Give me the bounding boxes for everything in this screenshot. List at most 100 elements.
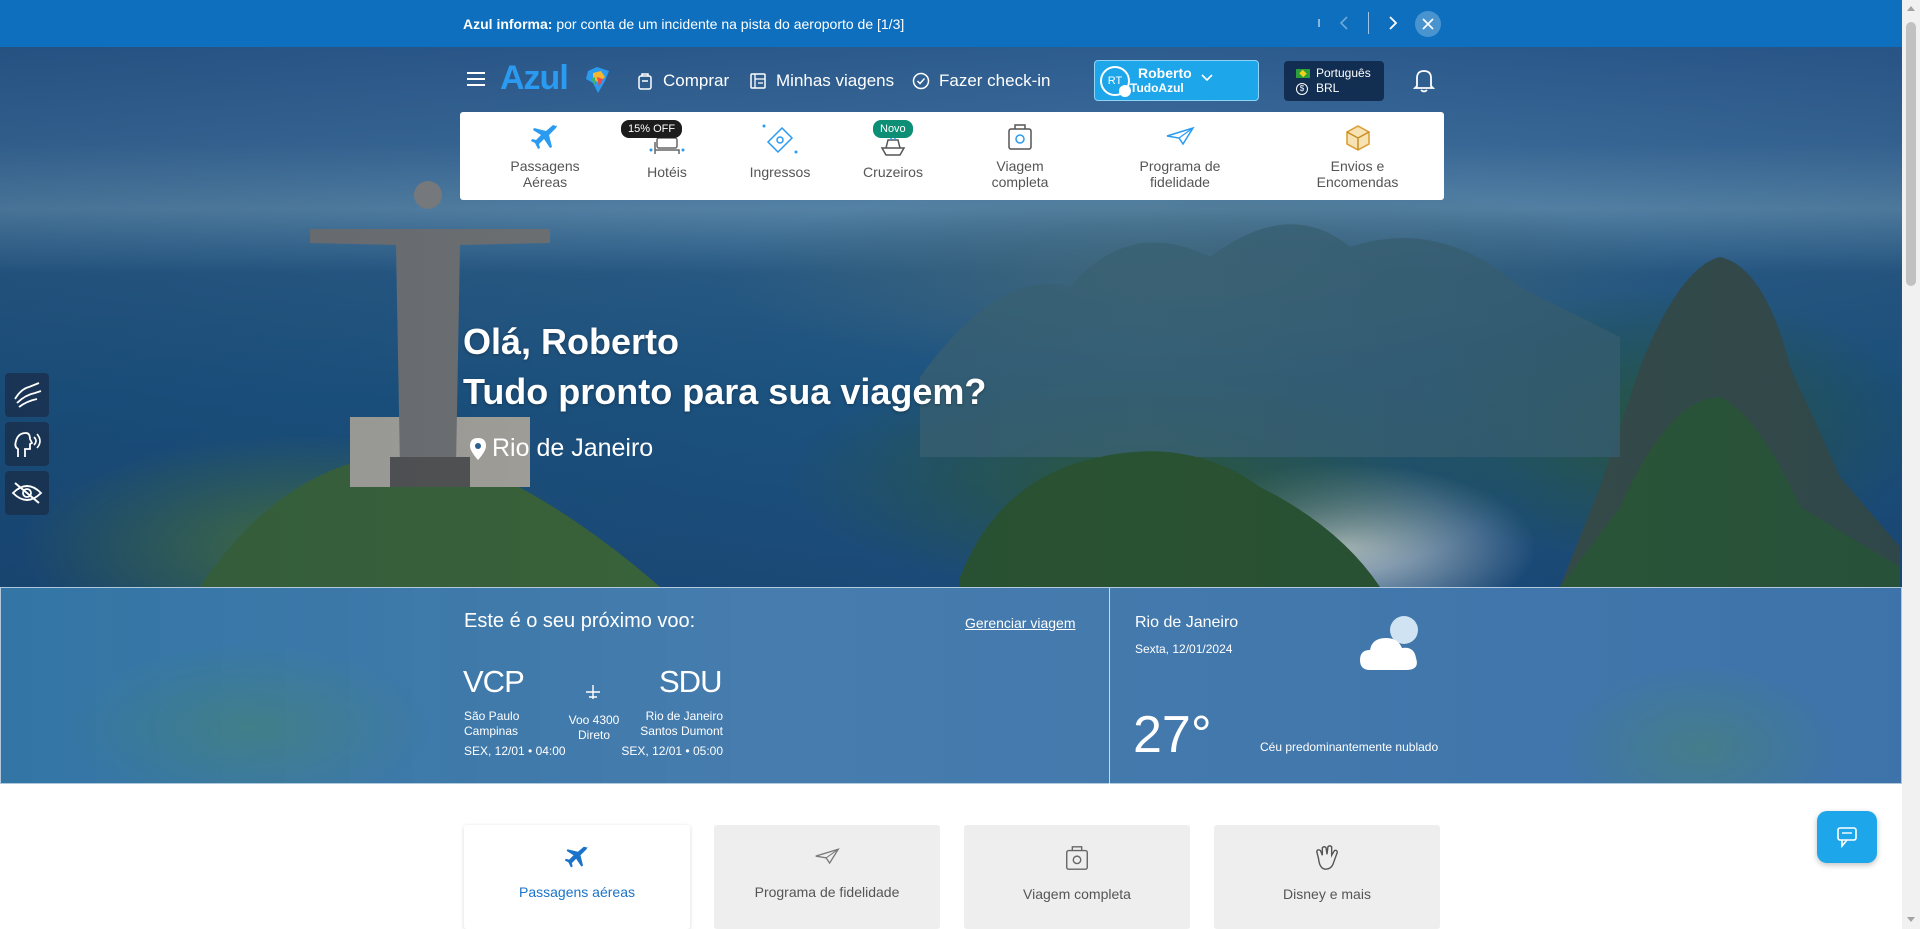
greeting-subtitle: Tudo pronto para sua viagem? [463, 371, 987, 412]
tab-label: Passagens aéreas [519, 884, 635, 900]
product-hoteis[interactable]: 15% OFF Hotéis [621, 120, 707, 180]
glove-icon [1316, 845, 1338, 870]
user-menu-button[interactable]: RT Roberto TudoAzul [1094, 60, 1259, 101]
alert-dot [1318, 19, 1320, 27]
product-passagens-aereas[interactable]: Passagens Aéreas [490, 122, 600, 190]
alert-text[interactable]: Azul informa: por conta de um incidente … [463, 16, 904, 32]
sign-language-icon [14, 382, 42, 408]
tab-label: Disney e mais [1283, 886, 1371, 902]
scroll-up-arrow[interactable] [1907, 6, 1915, 11]
bell-icon[interactable] [1413, 67, 1435, 93]
partly-cloudy-icon [1360, 616, 1418, 670]
close-icon [1422, 18, 1434, 30]
weather-temperature: 27° [1133, 706, 1212, 764]
sign-language-button[interactable] [5, 373, 49, 417]
azul-logo[interactable]: Azul [500, 59, 569, 98]
alert-bar: Azul informa: por conta de um incidente … [0, 0, 1902, 47]
visual-contrast-button[interactable] [5, 471, 49, 515]
weather-city: Rio de Janeiro [1135, 614, 1239, 631]
ticket-icon [762, 124, 798, 154]
tab-passagens-aereas[interactable]: Passagens aéreas [464, 825, 690, 929]
alert-next-button[interactable] [1383, 12, 1403, 34]
alert-message: por conta de um incidente na pista do ae… [556, 16, 905, 32]
destination-city-line2: Santos Dumont [640, 724, 723, 738]
paper-plane-icon [1166, 126, 1195, 146]
flight-number: Voo 4300 [568, 713, 620, 727]
origin-city: São Paulo Campinas [464, 709, 519, 739]
product-label: Envios e Encomendas [1316, 158, 1399, 190]
greeting-title: Olá, Roberto [463, 321, 680, 362]
user-name: Roberto [1138, 65, 1192, 81]
user-program: TudoAzul [1130, 81, 1184, 95]
chevron-right-icon [1389, 16, 1398, 30]
speaking-head-icon [14, 432, 41, 457]
luggage-icon [1008, 124, 1032, 150]
chevron-down-icon [1201, 74, 1213, 82]
band-divider [1109, 588, 1110, 785]
trips-icon [750, 73, 766, 89]
tab-programa-fidelidade[interactable]: Programa de fidelidade [714, 825, 940, 929]
discount-badge: 15% OFF [621, 120, 683, 138]
avatar: RT [1100, 65, 1131, 97]
product-viagem-completa[interactable]: Viagem completa [970, 122, 1070, 190]
page-scrollbar[interactable] [1902, 0, 1920, 929]
chat-support-icon [1837, 827, 1857, 849]
flight-info: Voo 4300 Direto [566, 713, 622, 743]
help-chat-button[interactable] [1817, 811, 1877, 863]
alert-pagination [1318, 12, 1403, 34]
alert-prefix: Azul informa: [463, 16, 553, 32]
product-cruzeiros[interactable]: Novo Cruzeiros [853, 120, 933, 180]
next-flight-title: Este é o seu próximo voo: [464, 610, 696, 632]
scroll-down-arrow[interactable] [1907, 917, 1915, 922]
product-label: Passagens Aéreas [510, 158, 580, 190]
menu-icon[interactable] [467, 72, 485, 88]
product-label: Programa de fidelidade [1139, 158, 1221, 190]
next-flight-band: Este é o seu próximo voo: Gerenciar viag… [0, 587, 1902, 785]
product-ingressos[interactable]: Ingressos [740, 122, 820, 180]
luggage-icon [1066, 846, 1088, 870]
new-badge: Novo [873, 120, 913, 138]
destination-code: SDU [659, 664, 722, 699]
nav-comprar[interactable]: Comprar [636, 71, 729, 91]
eye-slash-icon [11, 482, 43, 504]
product-label: Hotéis [647, 164, 687, 180]
avatar-initials: RT [1107, 74, 1123, 87]
search-tabs: Passagens aéreas Programa de fidelidade … [0, 784, 1902, 929]
checkin-icon [912, 72, 930, 90]
nav-minhas-viagens-label: Minhas viagens [776, 71, 895, 90]
flight-type: Direto [577, 728, 610, 742]
nav-fazer-check-in-label: Fazer check-in [939, 71, 1051, 90]
package-icon [1345, 125, 1370, 151]
audio-reader-button[interactable] [5, 422, 49, 466]
product-programa-fidelidade[interactable]: Programa de fidelidade [1125, 122, 1235, 190]
product-envios-encomendas[interactable]: Envios e Encomendas [1305, 122, 1410, 190]
nav-fazer-check-in[interactable]: Fazer check-in [912, 71, 1050, 91]
destination-datetime: SEX, 12/01 • 05:00 [621, 744, 723, 758]
alert-prev-button[interactable] [1334, 12, 1354, 34]
azul-logo-mark-icon [586, 67, 609, 93]
tudoazul-badge-icon [1119, 84, 1131, 97]
destination-city-line1: Rio de Janeiro [645, 709, 723, 723]
tab-disney-e-mais[interactable]: Disney e mais [1214, 825, 1440, 929]
tab-viagem-completa[interactable]: Viagem completa [964, 825, 1190, 929]
language-currency-button[interactable]: Português $ BRL [1284, 61, 1384, 101]
origin-code: VCP [463, 664, 525, 699]
weather-date: Sexta, 12/01/2024 [1135, 642, 1233, 656]
airplane-icon [531, 125, 557, 149]
product-label: Cruzeiros [863, 164, 923, 180]
currency-icon: $ [1296, 82, 1308, 95]
nav-minhas-viagens[interactable]: Minhas viagens [749, 71, 894, 91]
paper-plane-icon [815, 848, 840, 865]
alert-close-button[interactable] [1415, 11, 1441, 37]
airplane-icon [586, 685, 600, 699]
airplane-icon [564, 846, 588, 868]
cart-icon [638, 73, 652, 90]
product-menu: Passagens Aéreas 15% OFF Hotéis Ingresso… [460, 112, 1444, 200]
scroll-thumb[interactable] [1906, 22, 1916, 286]
greeting-location: Rio de Janeiro [470, 434, 653, 463]
location-pin-icon [470, 437, 486, 460]
origin-city-line1: São Paulo [464, 709, 520, 723]
chevron-left-icon [1339, 16, 1348, 30]
manage-trip-link[interactable]: Gerenciar viagem [965, 615, 1076, 631]
origin-datetime: SEX, 12/01 • 04:00 [464, 744, 566, 758]
